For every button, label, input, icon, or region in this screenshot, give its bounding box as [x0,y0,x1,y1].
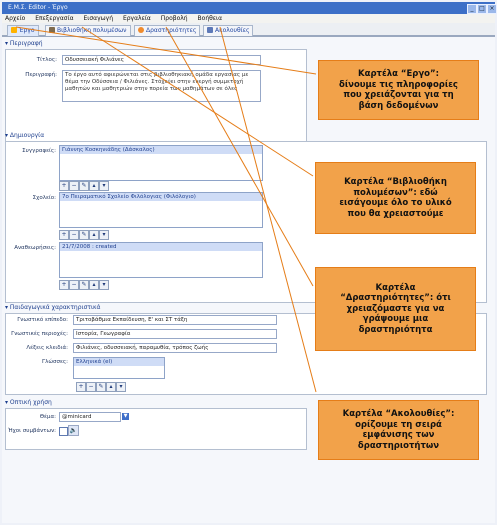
screenshot: { "window": { "title": "Ε.Μ.Σ. Editor - … [0,0,497,525]
callout-connectors [15,26,317,393]
connector-activities [165,26,314,287]
connector-project [15,26,317,75]
connector-sequences [219,26,317,393]
connector-media-library [81,26,314,177]
